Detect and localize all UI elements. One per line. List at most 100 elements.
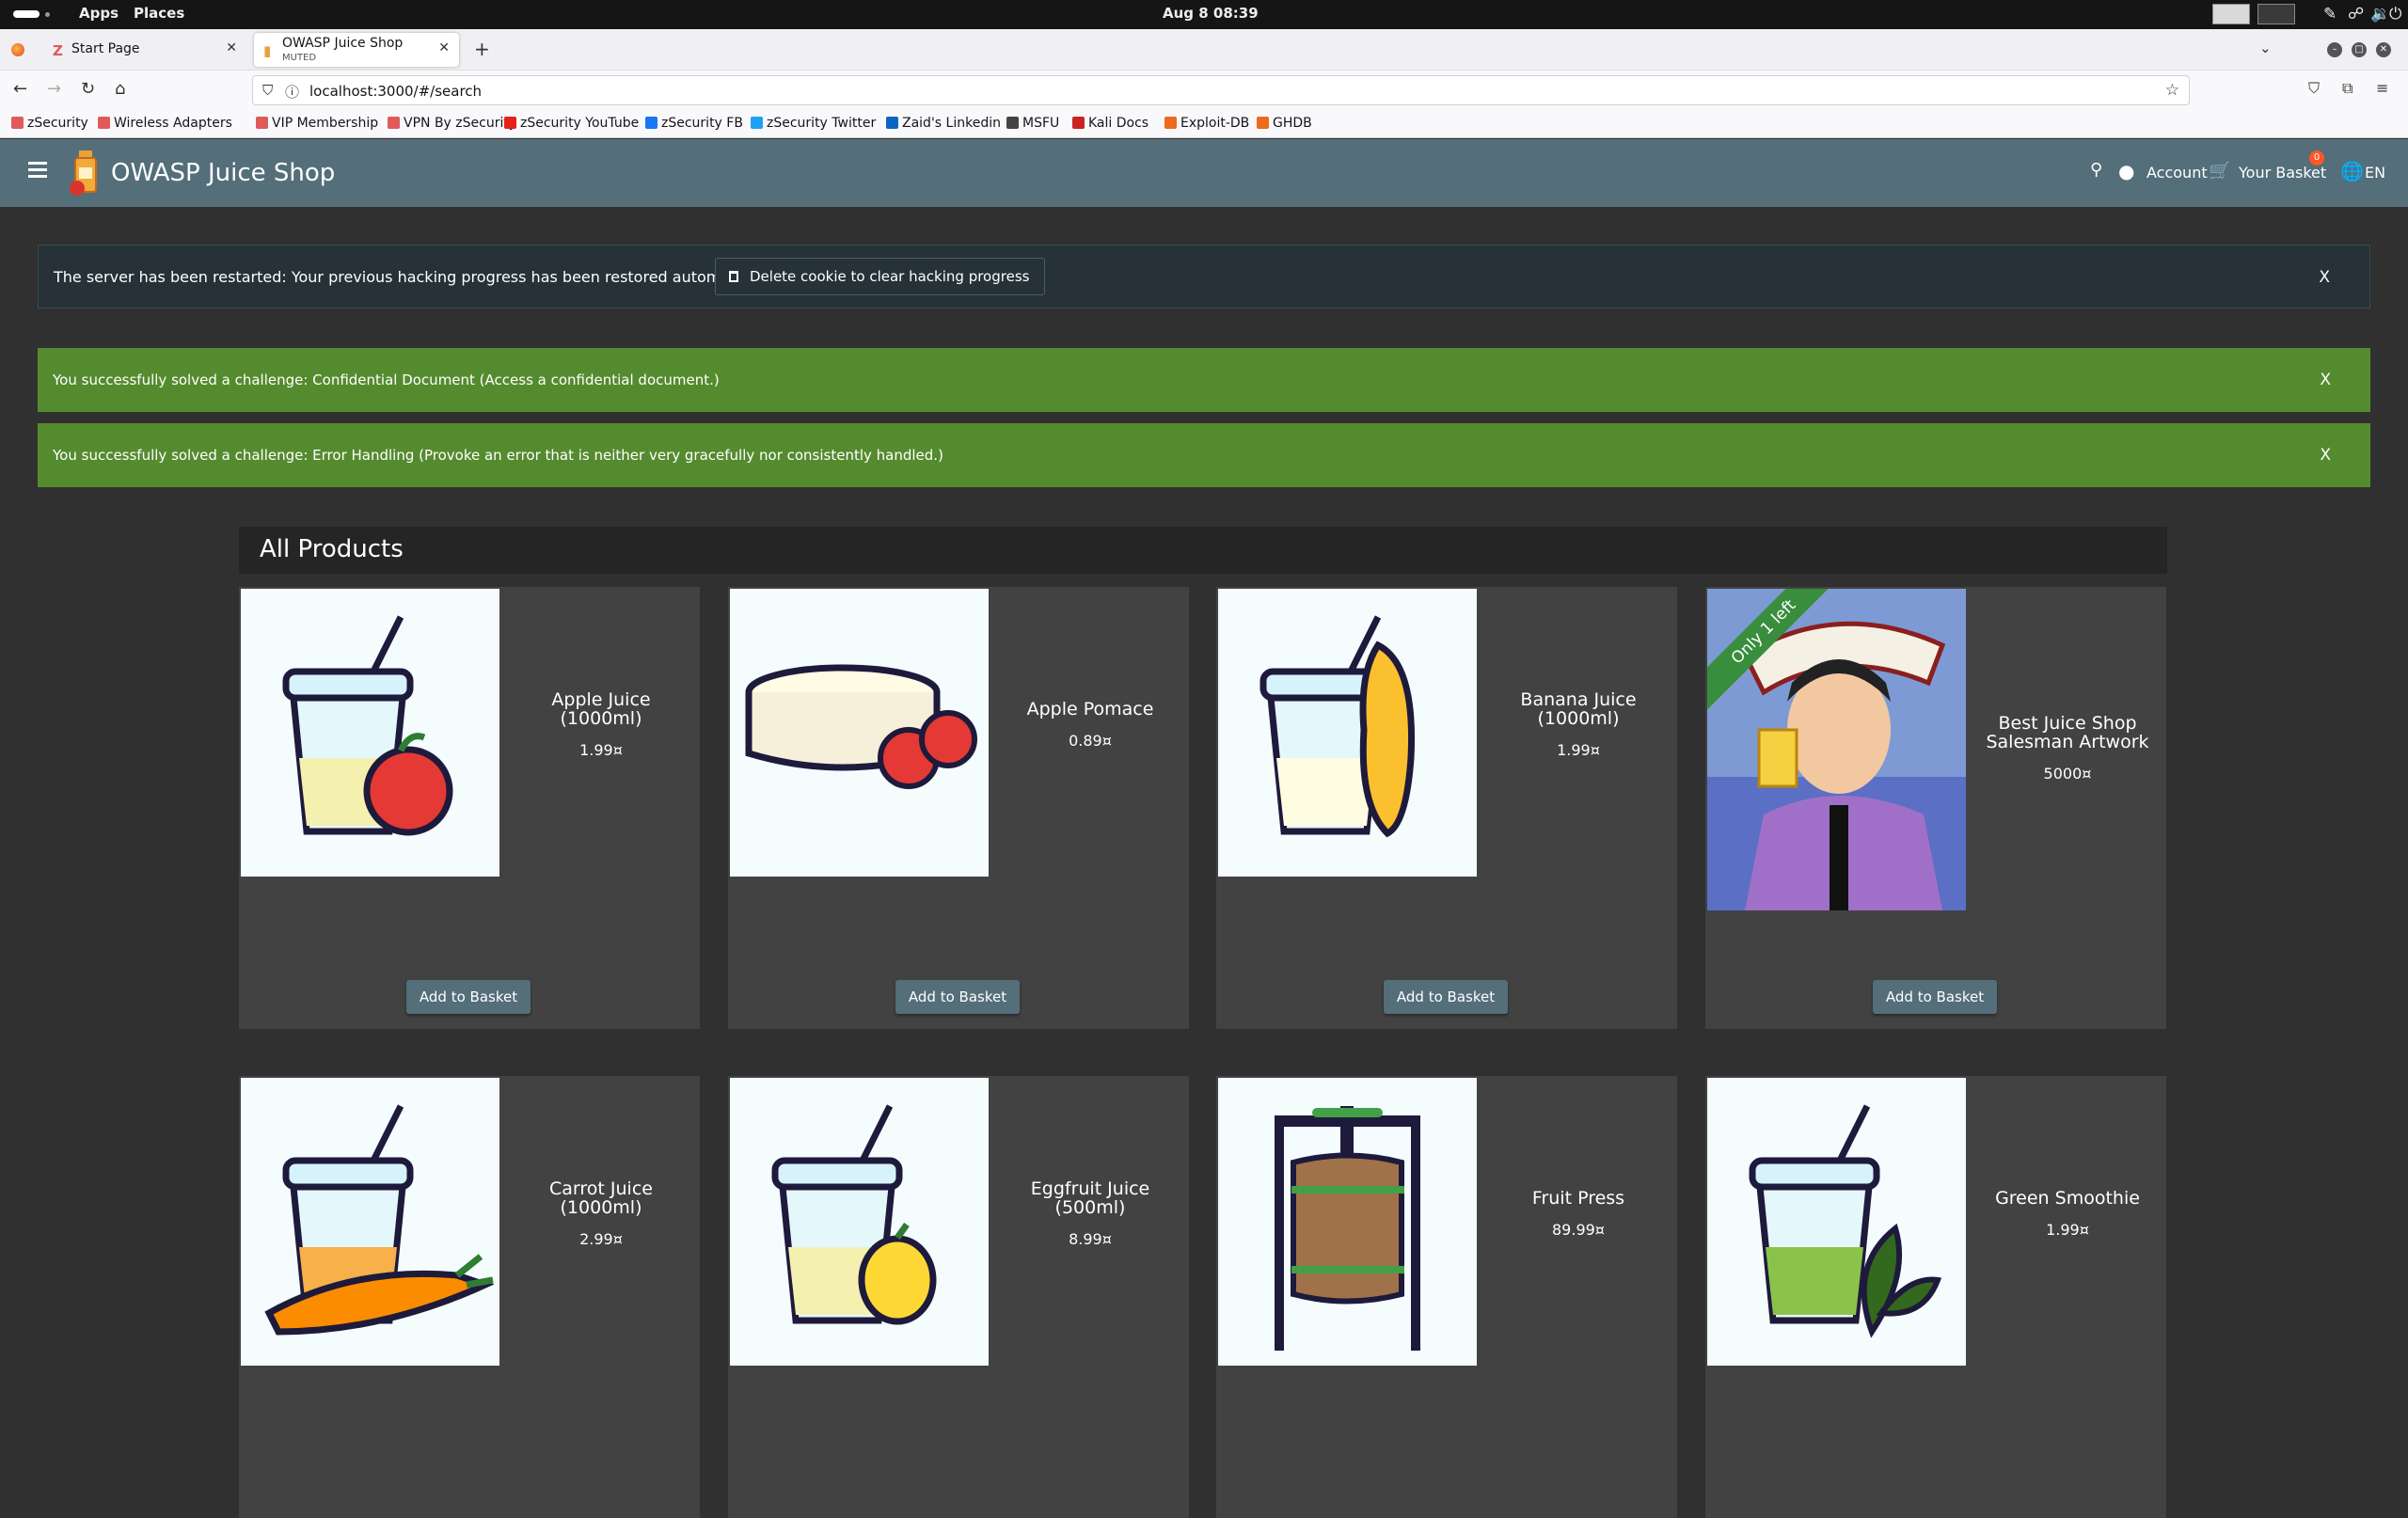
bookmark-item[interactable]: zSecurity YouTube (504, 116, 639, 131)
workspace-2[interactable] (2258, 4, 2295, 24)
shield-icon[interactable]: ⛉ (262, 82, 273, 99)
product-image[interactable]: Only 1 left (1707, 589, 1966, 910)
language-selector[interactable]: EN (2365, 164, 2385, 182)
add-to-basket-button[interactable]: Add to Basket (1384, 980, 1508, 1014)
forward-icon[interactable]: → (47, 79, 61, 99)
twitter-icon (751, 117, 763, 129)
close-tab-icon[interactable]: ✕ (438, 40, 450, 55)
products-heading: All Products (260, 535, 404, 563)
account-menu[interactable]: Account (2147, 164, 2208, 182)
bookmark-star-icon[interactable]: ☆ (2165, 81, 2179, 100)
main-content: The server has been restarted: Your prev… (0, 207, 2408, 1518)
youtube-icon (504, 117, 516, 129)
bookmark-item[interactable]: Zaid's Linkedin (886, 116, 1001, 131)
shop-navbar: OWASP Juice Shop ⚲ ● Account 🛒 Your Bask… (0, 139, 2408, 207)
menu-icon[interactable]: ≡ (2376, 79, 2388, 97)
products-header: All Products (239, 527, 2167, 574)
network-icon[interactable]: ☍ (2348, 5, 2364, 24)
product-name: Green Smoothie (1995, 1188, 2140, 1209)
shop-title[interactable]: OWASP Juice Shop (111, 159, 335, 187)
product-price: 1.99¤ (2046, 1221, 2089, 1239)
account-icon[interactable]: ● (2118, 160, 2134, 182)
extensions-icon[interactable]: ⧉ (2342, 79, 2353, 98)
bookmark-label: zSecurity FB (661, 116, 743, 131)
bookmark-label: zSecurity (27, 116, 88, 131)
product-price: 89.99¤ (1552, 1221, 1605, 1239)
pocket-icon[interactable]: ⛉ (2308, 79, 2320, 98)
page-info-icon[interactable]: ⓘ (285, 82, 299, 102)
volume-icon[interactable]: 🔉 (2370, 5, 2390, 24)
bookmark-item[interactable]: GHDB (1257, 116, 1312, 131)
close-tab-icon[interactable]: ✕ (226, 40, 237, 55)
bookmark-label: GHDB (1273, 116, 1312, 131)
product-name: (1000ml) (1537, 708, 1620, 729)
product-card[interactable]: Banana Juice (1000ml) 1.99¤ Add to Basket (1216, 587, 1677, 1029)
pen-icon[interactable]: ✎ (2323, 5, 2337, 24)
zsecurity-icon (11, 117, 24, 129)
zsecurity-icon: Z (53, 42, 63, 59)
add-to-basket-button[interactable]: Add to Basket (895, 980, 1020, 1014)
product-image[interactable] (1218, 589, 1477, 877)
places-menu[interactable]: Places (134, 5, 184, 22)
product-image[interactable] (1218, 1078, 1477, 1366)
bookmark-item[interactable]: Kali Docs (1072, 116, 1149, 131)
product-name: (500ml) (1054, 1197, 1126, 1218)
apps-menu[interactable]: Apps (79, 5, 119, 22)
bookmark-item[interactable]: zSecurity (11, 116, 88, 131)
bookmark-label: Wireless Adapters (114, 116, 232, 131)
product-name: Fruit Press (1531, 1188, 1625, 1209)
restart-message: The server has been restarted: Your prev… (54, 268, 778, 286)
cart-icon[interactable]: 🛒 (2209, 160, 2231, 182)
product-card[interactable]: Green Smoothie 1.99¤ (1705, 1076, 2166, 1518)
product-card[interactable]: Only 1 left Best Juice Shop Salesman Artwo… (1705, 587, 2166, 1029)
close-notice-button[interactable]: X (2319, 268, 2330, 287)
bookmark-label: Kali Docs (1088, 116, 1149, 131)
juice-shop-logo[interactable] (68, 149, 103, 198)
list-tabs-icon[interactable]: ⌄ (2259, 40, 2272, 56)
home-icon[interactable]: ⌂ (115, 79, 125, 99)
product-card[interactable]: Carrot Juice (1000ml) 2.99¤ (239, 1076, 700, 1518)
search-icon[interactable]: ⚲ (2090, 160, 2102, 180)
browser-nav-bar: ← → ↻ ⌂ ⛉ ⓘ localhost:3000/#/search ☆ ⛉ … (0, 71, 2408, 110)
bookmark-item[interactable]: zSecurity Twitter (751, 116, 876, 131)
product-name: Salesman Artwork (1986, 732, 2149, 752)
tab-start-page[interactable]: Z Start Page ✕ (43, 33, 246, 67)
bookmark-item[interactable]: zSecurity FB (645, 116, 743, 131)
bookmark-item[interactable]: VPN By zSecurity (388, 116, 516, 131)
address-bar[interactable]: ⛉ ⓘ localhost:3000/#/search ☆ (252, 75, 2190, 105)
language-icon[interactable]: 🌐 (2340, 160, 2364, 182)
basket-link[interactable]: Your Basket (2239, 164, 2326, 182)
tab-juice-shop[interactable]: ▮ OWASP Juice Shop MUTED ✕ (254, 33, 459, 67)
product-image[interactable] (730, 1078, 989, 1366)
menu-icon[interactable] (28, 162, 47, 178)
bookmark-item[interactable]: MSFU (1006, 116, 1059, 131)
reload-icon[interactable]: ↻ (81, 79, 95, 99)
tab-title: Start Page (71, 41, 140, 56)
bookmark-item[interactable]: VIP Membership (256, 116, 378, 131)
product-card[interactable]: Fruit Press 89.99¤ (1216, 1076, 1677, 1518)
close-notice-button[interactable]: X (2320, 371, 2331, 389)
add-to-basket-button[interactable]: Add to Basket (1873, 980, 1997, 1014)
bookmark-item[interactable]: Wireless Adapters (98, 116, 232, 131)
new-tab-button[interactable]: + (474, 38, 490, 60)
product-image[interactable] (241, 1078, 499, 1366)
back-icon[interactable]: ← (13, 79, 27, 99)
url-text[interactable]: localhost:3000/#/search (309, 83, 482, 100)
activities-button[interactable] (13, 9, 50, 19)
close-window-icon[interactable]: ✕ (2376, 42, 2391, 57)
add-to-basket-button[interactable]: Add to Basket (406, 980, 531, 1014)
close-notice-button[interactable]: X (2320, 446, 2331, 465)
product-image[interactable] (1707, 1078, 1966, 1366)
bookmark-item[interactable]: Exploit-DB (1164, 116, 1249, 131)
power-icon[interactable]: ⏻ (2389, 5, 2401, 24)
product-image[interactable] (241, 589, 499, 877)
delete-cookie-button[interactable]: Delete cookie to clear hacking progress (715, 258, 1046, 295)
maximize-icon[interactable]: □ (2352, 42, 2367, 57)
clock[interactable]: Aug 8 08:39 (1163, 5, 1259, 22)
product-image[interactable] (730, 589, 989, 877)
product-card[interactable]: Eggfruit Juice (500ml) 8.99¤ (728, 1076, 1189, 1518)
product-card[interactable]: Apple Pomace 0.89¤ Add to Basket (728, 587, 1189, 1029)
workspace-1[interactable] (2212, 4, 2250, 24)
minimize-icon[interactable]: – (2327, 42, 2342, 57)
product-card[interactable]: Apple Juice (1000ml) 1.99¤ Add to Basket (239, 587, 700, 1029)
